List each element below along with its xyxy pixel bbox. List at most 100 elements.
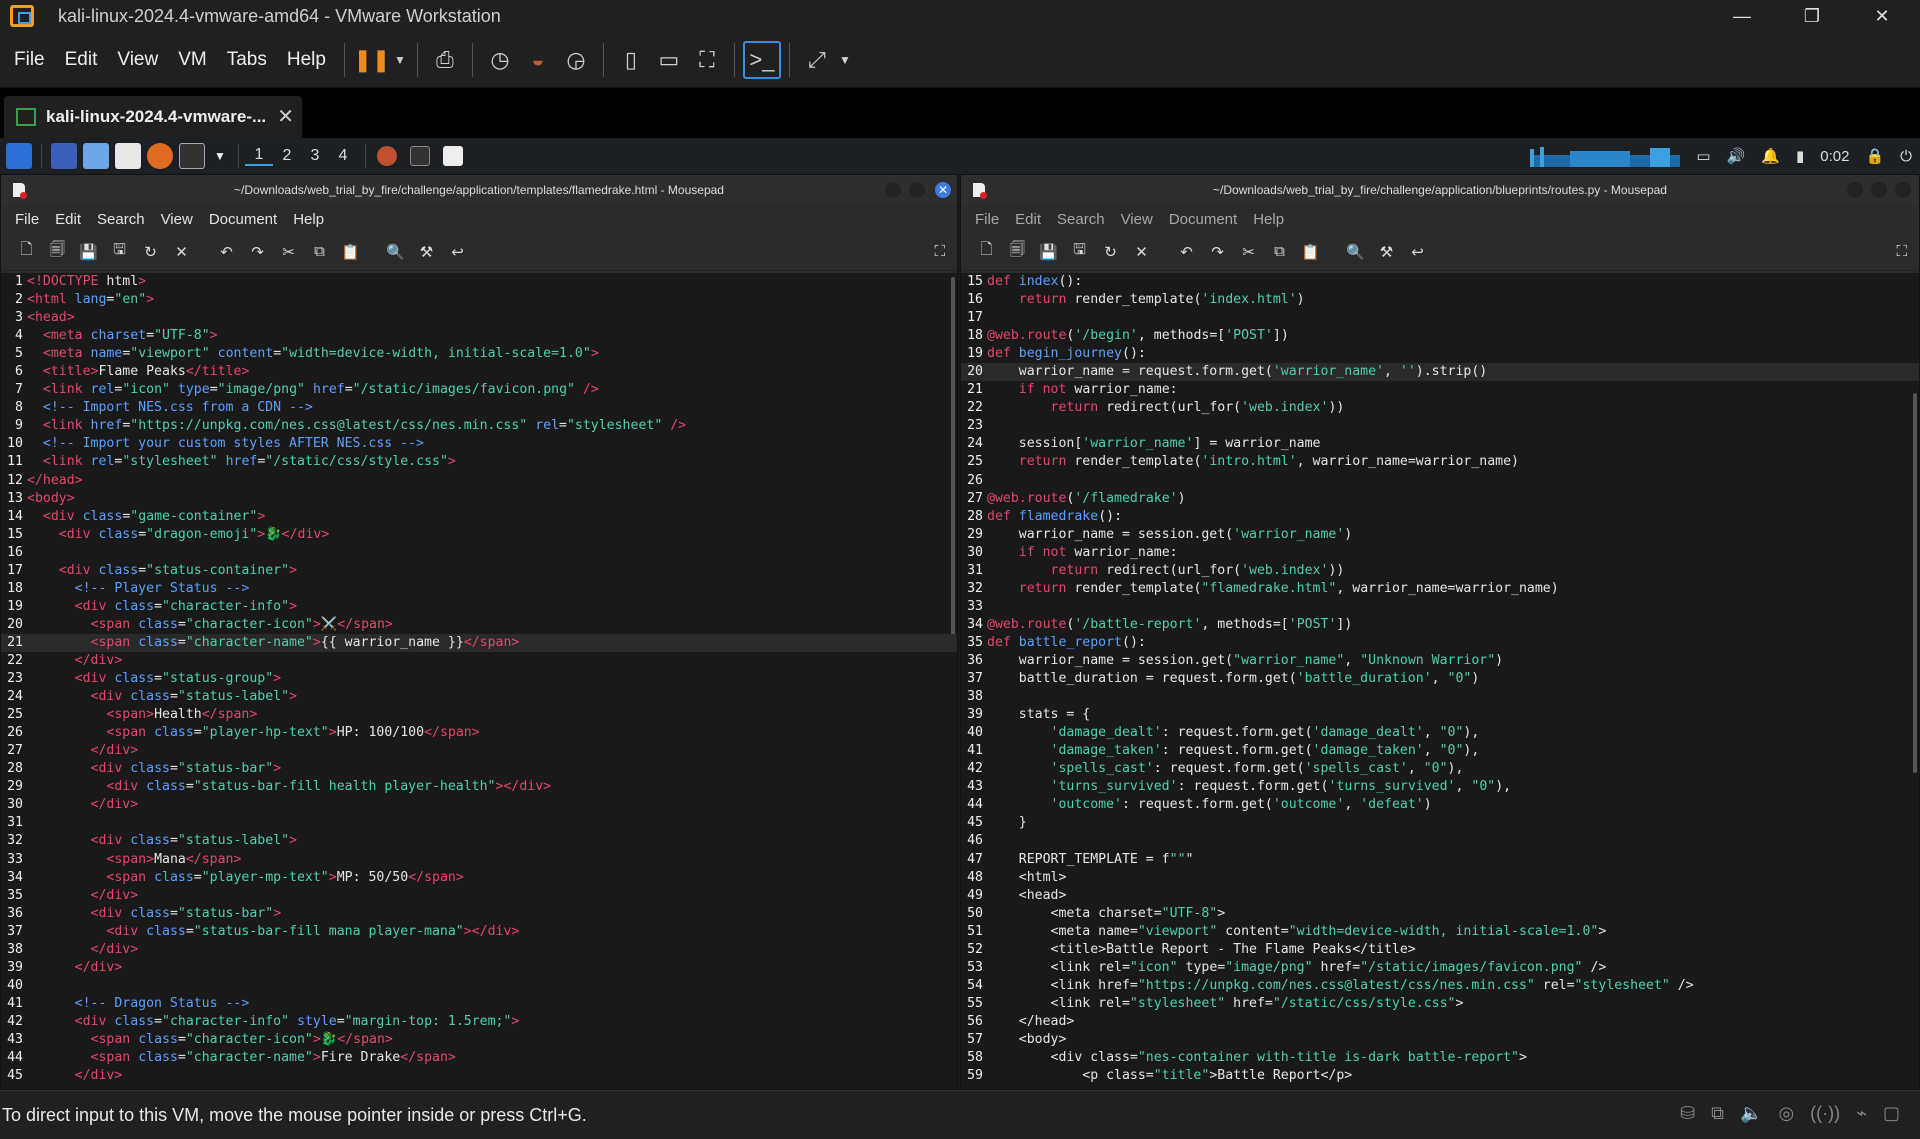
right-menu-view[interactable]: View <box>1113 211 1161 228</box>
code-line[interactable]: 16 return render_template('index.html') <box>961 291 1919 309</box>
code-line[interactable]: 32 <div class="status-label"> <box>1 832 957 850</box>
close-document-icon[interactable]: ✕ <box>166 243 197 261</box>
message-log-icon[interactable]: ▢ <box>1883 1103 1900 1124</box>
library-icon[interactable]: ▯ <box>612 41 650 79</box>
right-menu-file[interactable]: File <box>967 211 1007 228</box>
code-line[interactable]: 5 <meta name="viewport" content="width=d… <box>1 345 957 363</box>
code-line[interactable]: 41 <!-- Dragon Status --> <box>1 995 957 1013</box>
code-line[interactable]: 15 def index(): <box>961 273 1919 291</box>
code-line[interactable]: 17 <div class="status-container"> <box>1 562 957 580</box>
code-line[interactable]: 42 <div class="character-info" style="ma… <box>1 1013 957 1031</box>
close-document-icon[interactable]: ✕ <box>1126 243 1157 261</box>
full-screen-dropdown-icon[interactable]: ▼ <box>836 41 854 79</box>
task-terminal-icon[interactable] <box>409 146 430 166</box>
code-line[interactable]: 33 <span>Mana</span> <box>1 851 957 869</box>
menu-edit[interactable]: Edit <box>55 49 108 71</box>
show-desktop-icon[interactable] <box>51 143 77 169</box>
left-maximize-button[interactable] <box>909 182 925 198</box>
code-line[interactable]: 43 'turns_survived': request.form.get('t… <box>961 778 1919 796</box>
code-line[interactable]: 36 <div class="status-bar"> <box>1 905 957 923</box>
fullscreen-icon[interactable]: ⛶ <box>934 243 945 260</box>
wireless-icon[interactable]: ((·)) <box>1810 1103 1840 1124</box>
workspace-4[interactable]: 4 <box>329 147 357 165</box>
code-line[interactable]: 56 </head> <box>961 1013 1919 1031</box>
code-line[interactable]: 44 'outcome': request.form.get('outcome'… <box>961 796 1919 814</box>
code-line[interactable]: 15 <div class="dragon-emoji">🐉</div> <box>1 526 957 544</box>
code-line[interactable]: 31 <box>1 814 957 832</box>
left-menu-file[interactable]: File <box>7 211 47 228</box>
task-mousepad-icon[interactable] <box>442 146 463 166</box>
code-line[interactable]: 38 <box>961 688 1919 706</box>
volume-icon[interactable]: 🔊 <box>1727 147 1746 165</box>
code-line[interactable]: 46 <box>961 832 1919 850</box>
code-line[interactable]: 58 <div class="nes-container with-title … <box>961 1049 1919 1067</box>
undo-icon[interactable]: ↶ <box>211 243 242 261</box>
code-line[interactable]: 29 <div class="status-bar-fill health pl… <box>1 778 957 796</box>
right-maximize-button[interactable] <box>1871 182 1887 198</box>
code-line[interactable]: 1 <!DOCTYPE html> <box>1 273 957 291</box>
save-as-icon[interactable]: 🖫 <box>104 239 135 264</box>
code-line[interactable]: 23 <div class="status-group"> <box>1 670 957 688</box>
new-file-icon[interactable]: 🗋 <box>11 239 42 264</box>
left-menu-document[interactable]: Document <box>201 211 285 228</box>
right-menu-document[interactable]: Document <box>1161 211 1245 228</box>
goto-line-icon[interactable]: ↩ <box>442 243 473 261</box>
display-icon[interactable]: ▭ <box>1696 147 1710 165</box>
snapshot-manager-icon[interactable]: ◶ <box>557 41 595 79</box>
code-line[interactable]: 33 <box>961 598 1919 616</box>
code-line[interactable]: 36 warrior_name = session.get("warrior_n… <box>961 652 1919 670</box>
paste-icon[interactable]: 📋 <box>335 243 366 261</box>
find-icon[interactable]: 🔍 <box>380 243 411 261</box>
right-menu-help[interactable]: Help <box>1245 211 1292 228</box>
code-line[interactable]: 18 <!-- Player Status --> <box>1 580 957 598</box>
code-line[interactable]: 3 <head> <box>1 309 957 327</box>
code-line[interactable]: 25 return render_template('intro.html', … <box>961 453 1919 471</box>
code-line[interactable]: 14 <div class="game-container"> <box>1 508 957 526</box>
redo-icon[interactable]: ↷ <box>1202 243 1233 261</box>
snapshot-icon[interactable]: ◷ <box>481 41 519 79</box>
code-line[interactable]: 28 def flamedrake(): <box>961 508 1919 526</box>
power-icon[interactable]: ⏻ <box>1900 148 1912 165</box>
code-line[interactable]: 18 @web.route('/begin', methods=['POST']) <box>961 327 1919 345</box>
code-line[interactable]: 26 <span class="player-hp-text">HP: 100/… <box>1 724 957 742</box>
code-line[interactable]: 41 'damage_taken': request.form.get('dam… <box>961 742 1919 760</box>
code-line[interactable]: 19 <div class="character-info"> <box>1 598 957 616</box>
code-line[interactable]: 19 def begin_journey(): <box>961 345 1919 363</box>
right-close-button[interactable] <box>1895 182 1911 198</box>
code-line[interactable]: 26 <box>961 472 1919 490</box>
sound-card-icon[interactable]: 🔈 <box>1740 1103 1762 1124</box>
clock[interactable]: 0:02 <box>1820 148 1849 165</box>
full-screen-icon[interactable]: ⤢ <box>798 41 836 79</box>
code-line[interactable]: 30 </div> <box>1 796 957 814</box>
fullscreen-icon[interactable]: ⛶ <box>1896 243 1907 260</box>
right-menu-search[interactable]: Search <box>1049 211 1113 228</box>
workspace-2[interactable]: 2 <box>273 147 301 165</box>
undo-icon[interactable]: ↶ <box>1171 243 1202 261</box>
code-line[interactable]: 43 <span class="character-icon">🐉</span> <box>1 1031 957 1049</box>
new-window-icon[interactable]: 🗐 <box>1002 239 1033 264</box>
thumbnail-bar-icon[interactable]: ▭ <box>650 41 688 79</box>
code-line[interactable]: 37 battle_duration = request.form.get('b… <box>961 670 1919 688</box>
code-line[interactable]: 24 session['warrior_name'] = warrior_nam… <box>961 435 1919 453</box>
console-view-icon[interactable]: >_ <box>742 40 781 79</box>
code-line[interactable]: 49 <head> <box>961 887 1919 905</box>
code-line[interactable]: 54 <link href="https://unpkg.com/nes.css… <box>961 977 1919 995</box>
tab-kali-vm[interactable]: kali-linux-2024.4-vmware-... ✕ <box>4 96 302 138</box>
new-file-icon[interactable]: 🗋 <box>971 239 1002 264</box>
save-icon[interactable]: 💾 <box>73 243 104 261</box>
code-line[interactable]: 35 def battle_report(): <box>961 634 1919 652</box>
code-line[interactable]: 45 } <box>961 814 1919 832</box>
cut-icon[interactable]: ✂ <box>273 243 304 261</box>
find-replace-icon[interactable]: ⚒ <box>411 243 442 261</box>
launcher-dropdown-icon[interactable]: ▼ <box>214 149 226 163</box>
redo-icon[interactable]: ↷ <box>242 243 273 261</box>
code-line[interactable]: 11 <link rel="stylesheet" href="/static/… <box>1 453 957 471</box>
menu-view[interactable]: View <box>107 49 168 71</box>
code-line[interactable]: 30 if not warrior_name: <box>961 544 1919 562</box>
pause-icon[interactable]: ❚❚ <box>353 41 391 79</box>
code-line[interactable]: 16 <box>1 544 957 562</box>
code-line[interactable]: 39 stats = { <box>961 706 1919 724</box>
code-line[interactable]: 44 <span class="character-name">Fire Dra… <box>1 1049 957 1067</box>
code-line[interactable]: 7 <link rel="icon" type="image/png" href… <box>1 381 957 399</box>
left-code-editor[interactable]: 1 <!DOCTYPE html> 2 <html lang="en"> 3 <head>… <box>1 273 957 1089</box>
